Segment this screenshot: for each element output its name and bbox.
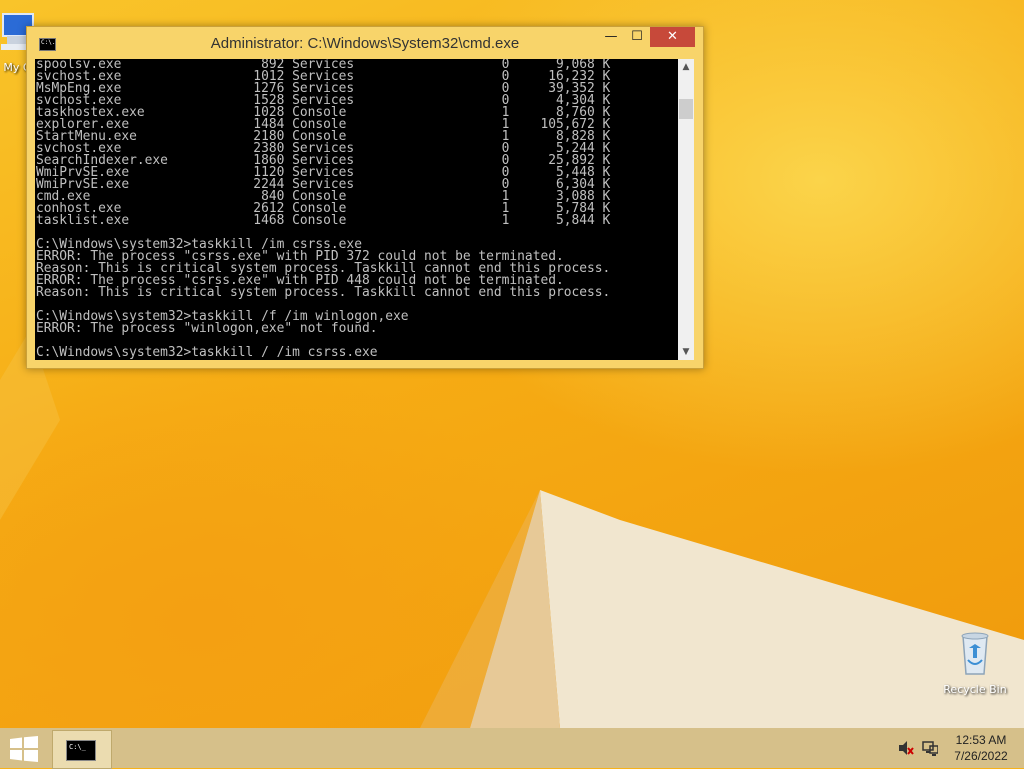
taskbar-item-cmd[interactable]: C:\_ bbox=[52, 730, 112, 769]
taskbar: C:\_ 12:53 AM 7/26/2022 bbox=[0, 728, 1024, 769]
console-line: C:\Windows\system32>taskkill / /im csrss… bbox=[36, 345, 378, 360]
network-error-icon[interactable] bbox=[922, 740, 938, 756]
console-line: ERROR: The process "winlogon,exe" not fo… bbox=[36, 321, 378, 336]
console-output[interactable]: spoolsv.exe 892 Services 0 9,068 K svcho… bbox=[35, 59, 678, 360]
clock-date: 7/26/2022 bbox=[954, 749, 1008, 763]
desktop-icon-label: Recycle Bin bbox=[943, 683, 1007, 696]
maximize-button[interactable]: ☐ bbox=[624, 27, 650, 47]
window-titlebar[interactable]: C:\. Administrator: C:\Windows\System32\… bbox=[27, 27, 703, 59]
system-clock[interactable]: 12:53 AM 7/26/2022 bbox=[948, 732, 1014, 764]
cmd-window: C:\. Administrator: C:\Windows\System32\… bbox=[26, 26, 704, 369]
close-button[interactable]: ✕ bbox=[650, 27, 695, 47]
scroll-thumb[interactable] bbox=[679, 99, 693, 119]
vertical-scrollbar[interactable]: ▲ ▼ bbox=[678, 59, 694, 360]
console-line: Reason: This is critical system process.… bbox=[36, 285, 611, 300]
scroll-up-arrow-icon[interactable]: ▲ bbox=[678, 59, 694, 75]
windows-logo-icon bbox=[10, 736, 38, 762]
cmd-taskbar-icon: C:\_ bbox=[66, 740, 96, 761]
cmd-taskbar-icon-text: C:\_ bbox=[69, 743, 86, 751]
scroll-down-arrow-icon[interactable]: ▼ bbox=[678, 344, 694, 360]
start-button[interactable] bbox=[8, 736, 40, 762]
desktop-icon-recycle-bin[interactable]: Recycle Bin bbox=[940, 630, 1010, 696]
speaker-muted-icon[interactable] bbox=[898, 740, 914, 756]
minimize-button[interactable]: — bbox=[598, 27, 624, 47]
console-text: spoolsv.exe 892 Services 0 9,068 K svcho… bbox=[35, 59, 678, 359]
recycle-bin-icon bbox=[961, 632, 989, 675]
console-line: tasklist.exe 1468 Console 1 5,844 K bbox=[36, 213, 611, 228]
clock-time: 12:53 AM bbox=[955, 733, 1007, 747]
